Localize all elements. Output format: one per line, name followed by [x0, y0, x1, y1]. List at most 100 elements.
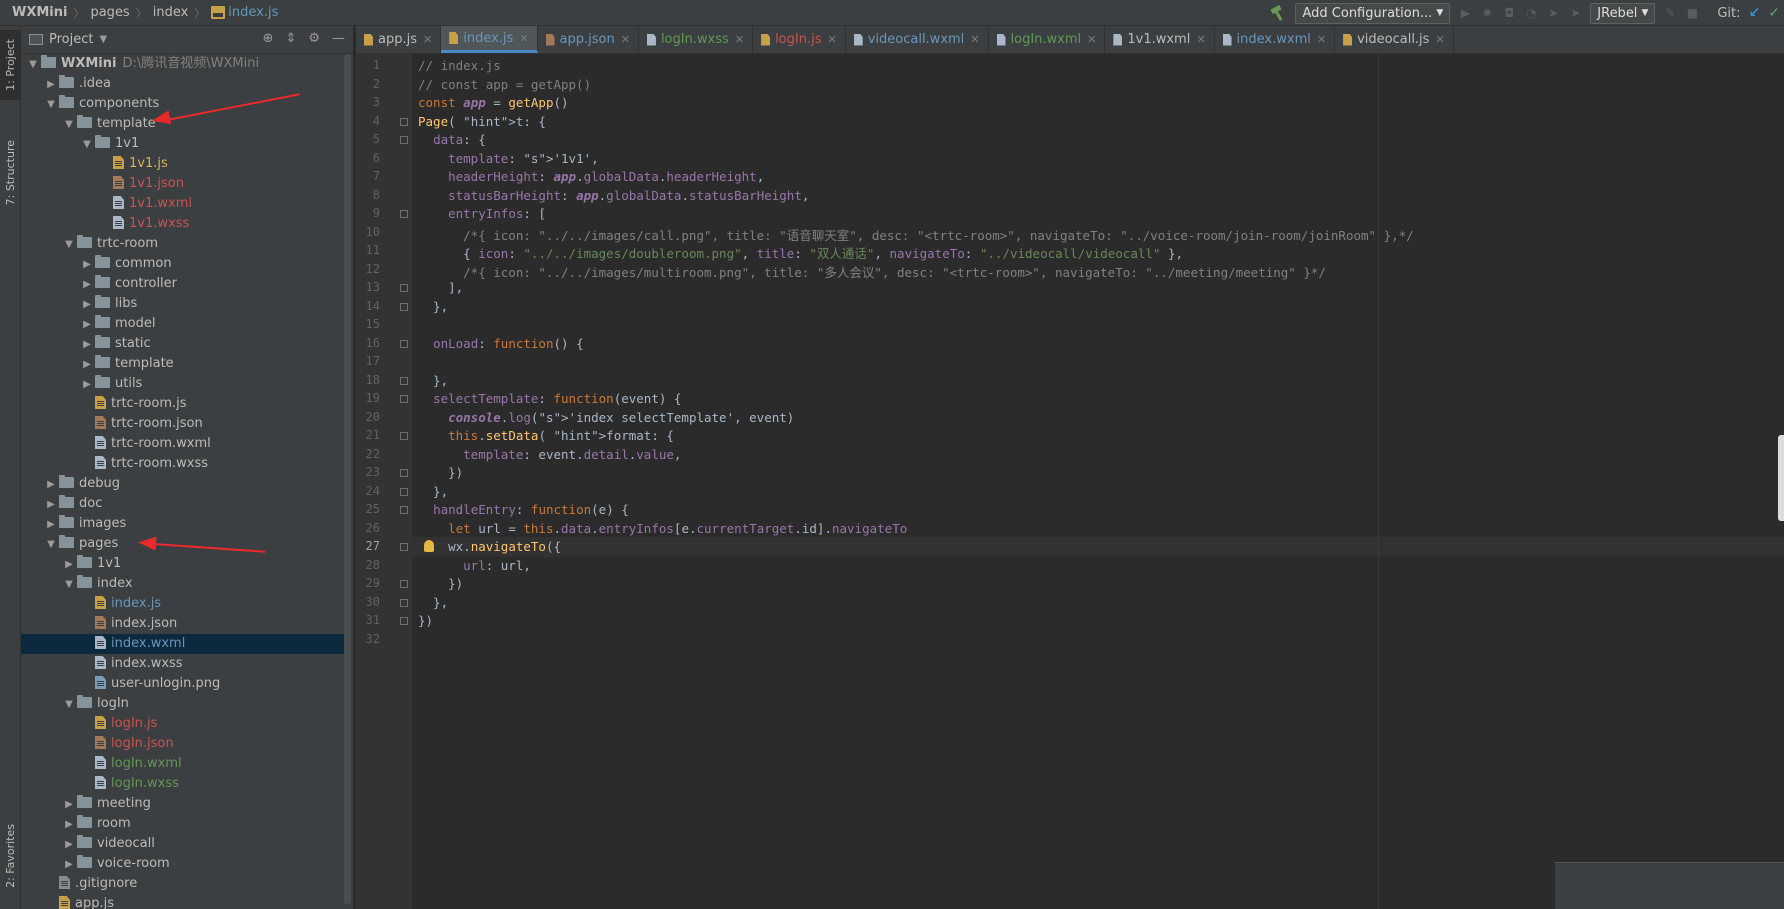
chevron-right-icon[interactable]: ▶: [79, 375, 95, 395]
tree-file[interactable]: trtc-room.wxss: [21, 454, 347, 474]
close-icon[interactable]: ✕: [1087, 33, 1096, 46]
code-line[interactable]: // index.js: [418, 58, 501, 73]
code-line[interactable]: }): [418, 613, 433, 628]
fold-marker-icon[interactable]: [400, 302, 408, 311]
add-configuration-button[interactable]: Add Configuration... ▼: [1295, 2, 1451, 24]
chevron-right-icon[interactable]: ▶: [79, 295, 95, 315]
chevron-down-icon[interactable]: ▼: [61, 575, 77, 595]
tree-folder[interactable]: ▼ logIn: [21, 694, 347, 714]
editor-tab[interactable]: 1v1.wxml ✕: [1105, 26, 1215, 53]
code-line[interactable]: this.setData( "hint">format: {: [418, 428, 674, 443]
fold-marker-icon[interactable]: [400, 284, 408, 292]
tree-folder[interactable]: ▶ meeting: [21, 794, 347, 814]
tree-file[interactable]: 1v1.wxml: [21, 194, 347, 214]
build-icon[interactable]: ✎: [1663, 6, 1677, 20]
code-line[interactable]: onLoad: function() {: [418, 336, 584, 351]
chevron-down-icon[interactable]: ▼: [61, 235, 77, 255]
tree-file[interactable]: 1v1.js: [21, 154, 347, 174]
editor-tab[interactable]: app.json ✕: [538, 26, 639, 53]
bulb-icon[interactable]: [424, 540, 434, 552]
chevron-right-icon[interactable]: ▶: [43, 515, 59, 535]
close-icon[interactable]: ✕: [1196, 33, 1205, 46]
close-icon[interactable]: ✕: [827, 33, 836, 46]
code-line[interactable]: let url = this.data.entryInfos[e.current…: [418, 521, 907, 536]
gear-icon[interactable]: ⚙: [308, 31, 320, 46]
code-line[interactable]: },: [418, 299, 448, 314]
tree-file[interactable]: .gitignore: [21, 874, 347, 894]
chevron-right-icon[interactable]: ▶: [61, 855, 77, 875]
jrebel-dropdown[interactable]: JRebel ▼: [1590, 2, 1656, 24]
minus-icon[interactable]: —: [332, 31, 345, 46]
chevron-right-icon[interactable]: ▶: [43, 475, 59, 495]
tree-file[interactable]: app.js: [21, 894, 347, 909]
tree-folder[interactable]: ▶ utils: [21, 374, 347, 394]
code-line[interactable]: const app = getApp(): [418, 95, 569, 110]
breadcrumb-root[interactable]: WXMini: [12, 5, 67, 20]
tree-root[interactable]: ▼ WXMini D:\腾讯音视频\WXMini: [21, 54, 347, 74]
chevron-down-icon[interactable]: ▼: [25, 55, 41, 75]
editor-tab[interactable]: logIn.wxss ✕: [639, 26, 754, 53]
fold-marker-icon[interactable]: [400, 432, 408, 440]
code-line[interactable]: }): [418, 465, 463, 480]
editor-tab[interactable]: index.wxml ✕: [1215, 26, 1336, 53]
tree-file[interactable]: logIn.json: [21, 734, 347, 754]
git-commit-icon[interactable]: ✓: [1768, 5, 1780, 21]
tree-file[interactable]: trtc-room.wxml: [21, 434, 347, 454]
chevron-right-icon[interactable]: ▶: [79, 355, 95, 375]
git-update-icon[interactable]: ↙: [1749, 5, 1761, 21]
editor-tab[interactable]: videocall.js ✕: [1335, 26, 1454, 53]
chevron-down-icon[interactable]: ▼: [43, 535, 59, 555]
tree-file[interactable]: user-unlogin.png: [21, 674, 347, 694]
code-line[interactable]: statusBarHeight: app.globalData.statusBa…: [418, 188, 809, 203]
chevron-right-icon[interactable]: ▶: [61, 835, 77, 855]
tree-folder[interactable]: ▶ images: [21, 514, 347, 534]
code-line[interactable]: url: url,: [418, 558, 531, 573]
code-line[interactable]: Page( "hint">t: {: [418, 114, 546, 129]
fold-marker-icon[interactable]: [400, 136, 408, 144]
hammer-icon[interactable]: [1269, 5, 1287, 21]
chevron-right-icon[interactable]: ▶: [43, 75, 59, 95]
chevron-right-icon[interactable]: ▶: [61, 795, 77, 815]
chevron-down-icon[interactable]: ▼: [61, 695, 77, 715]
fold-marker-icon[interactable]: [400, 580, 408, 588]
breadcrumb-index[interactable]: index: [153, 5, 189, 20]
code-line[interactable]: handleEntry: function(e) {: [418, 502, 629, 517]
tree-folder[interactable]: ▶ 1v1: [21, 554, 347, 574]
profile-icon[interactable]: ◔: [1524, 6, 1538, 20]
tree-folder[interactable]: ▶ room: [21, 814, 347, 834]
tree-folder[interactable]: ▶ model: [21, 314, 347, 334]
fold-marker-icon[interactable]: [400, 469, 408, 477]
jrebel-debug-icon[interactable]: ➤: [1568, 6, 1582, 20]
tree-folder[interactable]: ▼ 1v1: [21, 134, 347, 154]
debug-icon[interactable]: ✹: [1480, 6, 1494, 20]
chevron-right-icon[interactable]: ▶: [79, 275, 95, 295]
tree-file[interactable]: trtc-room.json: [21, 414, 347, 434]
close-icon[interactable]: ✕: [423, 33, 432, 46]
code-line[interactable]: }): [418, 576, 463, 591]
crosshair-icon[interactable]: ⊕: [263, 31, 274, 46]
code-line[interactable]: ],: [418, 280, 463, 295]
code-line[interactable]: data: {: [418, 132, 486, 147]
tree-file[interactable]: index.js: [21, 594, 347, 614]
tree-file[interactable]: logIn.wxml: [21, 754, 347, 774]
code-editor[interactable]: // index.js // const app = getApp() const …: [412, 54, 1784, 909]
code-line[interactable]: template: event.detail.value,: [418, 447, 681, 462]
tree-folder[interactable]: ▶ template: [21, 354, 347, 374]
chevron-right-icon[interactable]: ▶: [43, 495, 59, 515]
code-line[interactable]: template: "s">'1v1',: [418, 151, 599, 166]
chevron-down-icon[interactable]: ▼: [43, 95, 59, 115]
close-icon[interactable]: ✕: [970, 33, 979, 46]
chevron-right-icon[interactable]: ▶: [79, 335, 95, 355]
tree-folder[interactable]: ▶ doc: [21, 494, 347, 514]
project-view-selector[interactable]: Project: [49, 32, 93, 47]
fold-marker-icon[interactable]: [400, 487, 408, 496]
stop-icon[interactable]: ■: [1685, 6, 1699, 20]
fold-marker-icon[interactable]: [400, 598, 408, 607]
jrebel-run-icon[interactable]: ➤: [1546, 6, 1560, 20]
breadcrumb-pages[interactable]: pages: [90, 5, 129, 20]
tree-folder[interactable]: ▼ index: [21, 574, 347, 594]
chevron-down-icon[interactable]: ▼: [79, 135, 95, 155]
tree-file[interactable]: 1v1.json: [21, 174, 347, 194]
tree-file[interactable]: trtc-room.js: [21, 394, 347, 414]
code-line[interactable]: },: [418, 484, 448, 499]
